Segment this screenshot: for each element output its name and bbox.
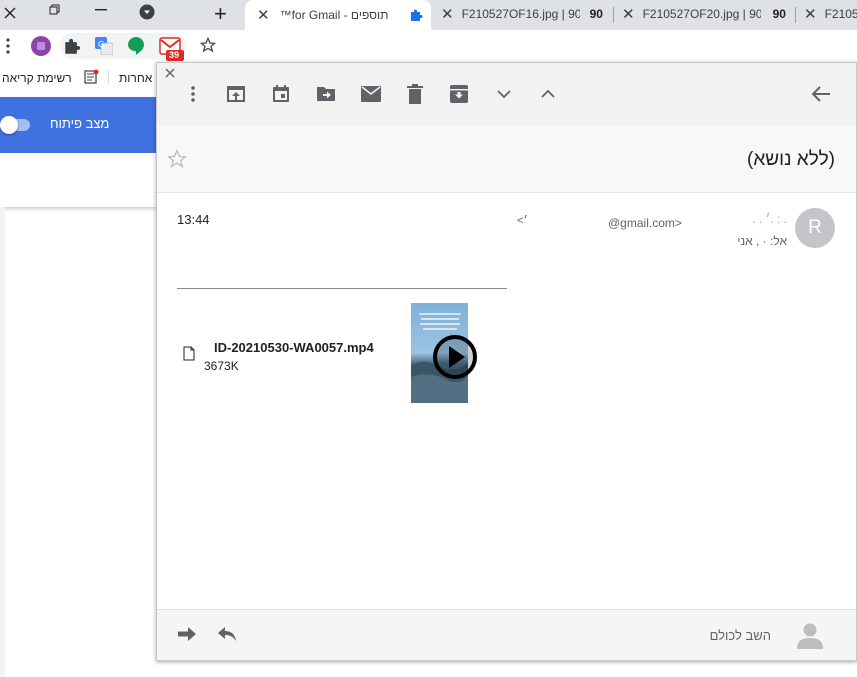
tab-close-icon[interactable]: ✕	[622, 5, 635, 23]
toggle-knob	[0, 116, 18, 134]
tab-extensions[interactable]: ✕ תוספים - for Gmail™	[245, 0, 431, 30]
sender-avatar: R	[795, 208, 835, 248]
minimize-window-icon[interactable]	[95, 9, 107, 11]
delete-icon[interactable]	[403, 82, 427, 106]
email-toolbar	[157, 63, 856, 125]
tab-image-1[interactable]: ✕ F210527OF16.jpg | 90 90	[433, 0, 613, 28]
sender-email: @gmail.com>	[608, 216, 682, 230]
profile-avatar[interactable]	[31, 36, 51, 56]
other-bookmarks-label[interactable]: אחרות	[119, 71, 152, 85]
reply-all-button[interactable]: השב לכולם	[657, 628, 771, 643]
user-icon	[795, 620, 825, 650]
snooze-calendar-icon[interactable]	[269, 82, 293, 106]
more-menu-icon[interactable]	[6, 38, 10, 54]
chevron-down-icon[interactable]	[492, 82, 516, 106]
gmail-unread-badge: 39	[168, 50, 179, 60]
star-icon[interactable]	[167, 149, 187, 169]
dev-mode-bar: מצב פיתוח	[0, 97, 160, 153]
attachment-size: 3673K	[204, 359, 239, 373]
mark-unread-icon[interactable]	[359, 82, 383, 106]
reply-icon[interactable]	[217, 626, 237, 642]
close-window-icon[interactable]	[3, 6, 17, 20]
chevron-up-icon[interactable]	[536, 82, 560, 106]
open-in-gmail-icon[interactable]	[224, 82, 248, 106]
tab-favicon-count: 90	[589, 7, 603, 21]
tab-title: F210527OF20.jpg | 90	[642, 7, 761, 21]
file-icon	[183, 346, 195, 361]
tab-strip: + ✕ תוספים - for Gmail™ ✕ F210527OF16.jp…	[0, 0, 857, 30]
email-time: 13:44	[177, 212, 210, 227]
bookmark-star-icon[interactable]	[200, 37, 216, 53]
attachment-filename[interactable]: ID-20210530-WA0057.mp4	[214, 340, 374, 355]
email-subject: (ללא נושא)	[747, 149, 835, 170]
forward-icon[interactable]	[177, 626, 197, 642]
email-viewer-window: (ללא נושא) R @gmail.com> . . ׳. : . אל: …	[156, 62, 857, 661]
recipient-line[interactable]: אל: · , אני	[657, 234, 787, 248]
close-icon[interactable]	[164, 67, 176, 79]
play-icon[interactable]	[431, 333, 479, 381]
sender-name: . . ׳. : .	[752, 212, 787, 226]
puzzle-icon	[410, 8, 424, 22]
move-to-folder-icon[interactable]	[314, 82, 338, 106]
details-toggle[interactable]: <׳	[517, 215, 528, 227]
tab-image-2[interactable]: ✕ F210527OF20.jpg | 90 90	[614, 0, 794, 28]
new-tab-button[interactable]: +	[214, 1, 227, 27]
tab-title: תוספים - for Gmail™	[279, 8, 389, 22]
google-translate-icon[interactable]: G	[95, 37, 113, 55]
back-arrow-icon[interactable]	[809, 82, 833, 106]
more-options-icon[interactable]	[181, 82, 205, 106]
tab-close-icon[interactable]: ✕	[257, 6, 270, 24]
tab-favicon-count: 90	[772, 7, 786, 21]
reply-bar: השב לכולם	[157, 609, 856, 660]
tab-close-icon[interactable]: ✕	[804, 5, 817, 23]
subject-area: (ללא נושא)	[157, 125, 856, 193]
dev-mode-toggle[interactable]	[0, 116, 30, 134]
hangouts-icon[interactable]	[128, 37, 144, 55]
bookmarks-bar: רשימת קריאה אחרות	[0, 62, 160, 92]
tab-image-3[interactable]: ✕ F2105	[796, 0, 857, 28]
background-page-edge	[0, 207, 5, 677]
bookmarks-divider	[108, 70, 109, 84]
content-separator	[177, 288, 507, 289]
reading-list-icon[interactable]	[84, 69, 99, 84]
tab-title: F210527OF16.jpg | 90	[461, 7, 580, 21]
restore-window-icon[interactable]	[49, 4, 61, 16]
reading-list-label[interactable]: רשימת קריאה	[2, 71, 72, 85]
tab-title: F2105	[824, 7, 857, 21]
dev-mode-label: מצב פיתוח	[50, 116, 110, 131]
extensions-puzzle-icon[interactable]	[64, 37, 82, 55]
svg-text:G: G	[98, 40, 104, 49]
tab-search-icon[interactable]	[139, 4, 155, 20]
tab-close-icon[interactable]: ✕	[441, 5, 454, 23]
archive-icon[interactable]	[447, 82, 471, 106]
